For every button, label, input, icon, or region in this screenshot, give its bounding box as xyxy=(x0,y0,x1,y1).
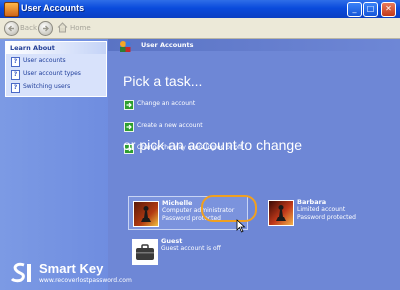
watermark-url: www.recoverlostpassword.com xyxy=(39,277,132,284)
title-bar: User Accounts _ □ ✕ xyxy=(0,0,400,18)
watermark: Smart Key www.recoverlostpassword.com xyxy=(8,261,168,288)
sidebar-item-user-account-types[interactable]: ? User account types xyxy=(6,68,106,80)
back-label[interactable]: Back xyxy=(20,24,37,32)
chess-icon xyxy=(268,200,294,226)
sidebar-item-switching-users[interactable]: ? Switching users xyxy=(6,81,106,93)
watermark-title: Smart Key xyxy=(39,261,104,276)
task-change-account[interactable]: Change an account xyxy=(124,99,195,110)
main-content: User Accounts Pick a task... Change an a… xyxy=(108,39,400,290)
forward-arrow-icon xyxy=(43,25,49,32)
sidebar-item-user-accounts[interactable]: ? User accounts xyxy=(6,55,106,67)
sidebar-item-label[interactable]: Switching users xyxy=(23,83,70,90)
green-arrow-icon xyxy=(124,100,134,110)
content-banner: User Accounts xyxy=(108,39,400,52)
sidebar-item-label[interactable]: User accounts xyxy=(23,57,66,64)
help-icon: ? xyxy=(11,70,20,80)
smart-key-logo xyxy=(10,262,31,283)
learn-about-title: Learn About xyxy=(6,42,106,54)
banner-title: User Accounts xyxy=(141,41,194,49)
pick-task-heading: Pick a task... xyxy=(123,73,203,89)
back-button[interactable] xyxy=(4,21,19,36)
account-name: Guest xyxy=(161,237,183,245)
help-icon: ? xyxy=(11,57,20,67)
left-task-pane: Learn About ? User accounts ? User accou… xyxy=(0,39,108,290)
highlight-circle xyxy=(201,195,257,222)
home-label[interactable]: Home xyxy=(70,24,91,32)
toolbar: Back Home xyxy=(0,18,400,39)
task-create-account[interactable]: Create a new account xyxy=(124,121,203,132)
forward-button[interactable] xyxy=(38,21,53,36)
maximize-button[interactable]: □ xyxy=(363,2,378,17)
help-icon: ? xyxy=(11,83,20,93)
user-accounts-icon xyxy=(4,2,19,17)
window-title: User Accounts xyxy=(21,3,85,13)
task-label[interactable]: Create a new account xyxy=(137,122,203,129)
pick-account-heading: or pick an account to change xyxy=(123,137,303,153)
mouse-cursor-icon xyxy=(236,219,246,233)
chess-icon xyxy=(133,201,159,227)
account-tile-barbara[interactable]: Barbara Limited account Password protect… xyxy=(264,196,384,228)
home-icon[interactable] xyxy=(57,22,68,33)
task-label[interactable]: Change an account xyxy=(137,100,195,107)
account-type: Limited account xyxy=(297,206,346,213)
account-status: Guest account is off xyxy=(161,245,221,252)
back-arrow-icon xyxy=(8,25,14,32)
green-arrow-icon xyxy=(124,122,134,132)
account-name: Barbara xyxy=(297,198,327,206)
sidebar-item-label[interactable]: User account types xyxy=(23,70,81,77)
user-accounts-icon xyxy=(120,41,131,52)
close-button[interactable]: ✕ xyxy=(381,2,396,17)
minimize-button[interactable]: _ xyxy=(347,2,362,17)
account-name: Michelle xyxy=(162,199,193,207)
learn-about-panel: Learn About ? User accounts ? User accou… xyxy=(5,41,107,97)
account-status: Password protected xyxy=(297,214,356,221)
